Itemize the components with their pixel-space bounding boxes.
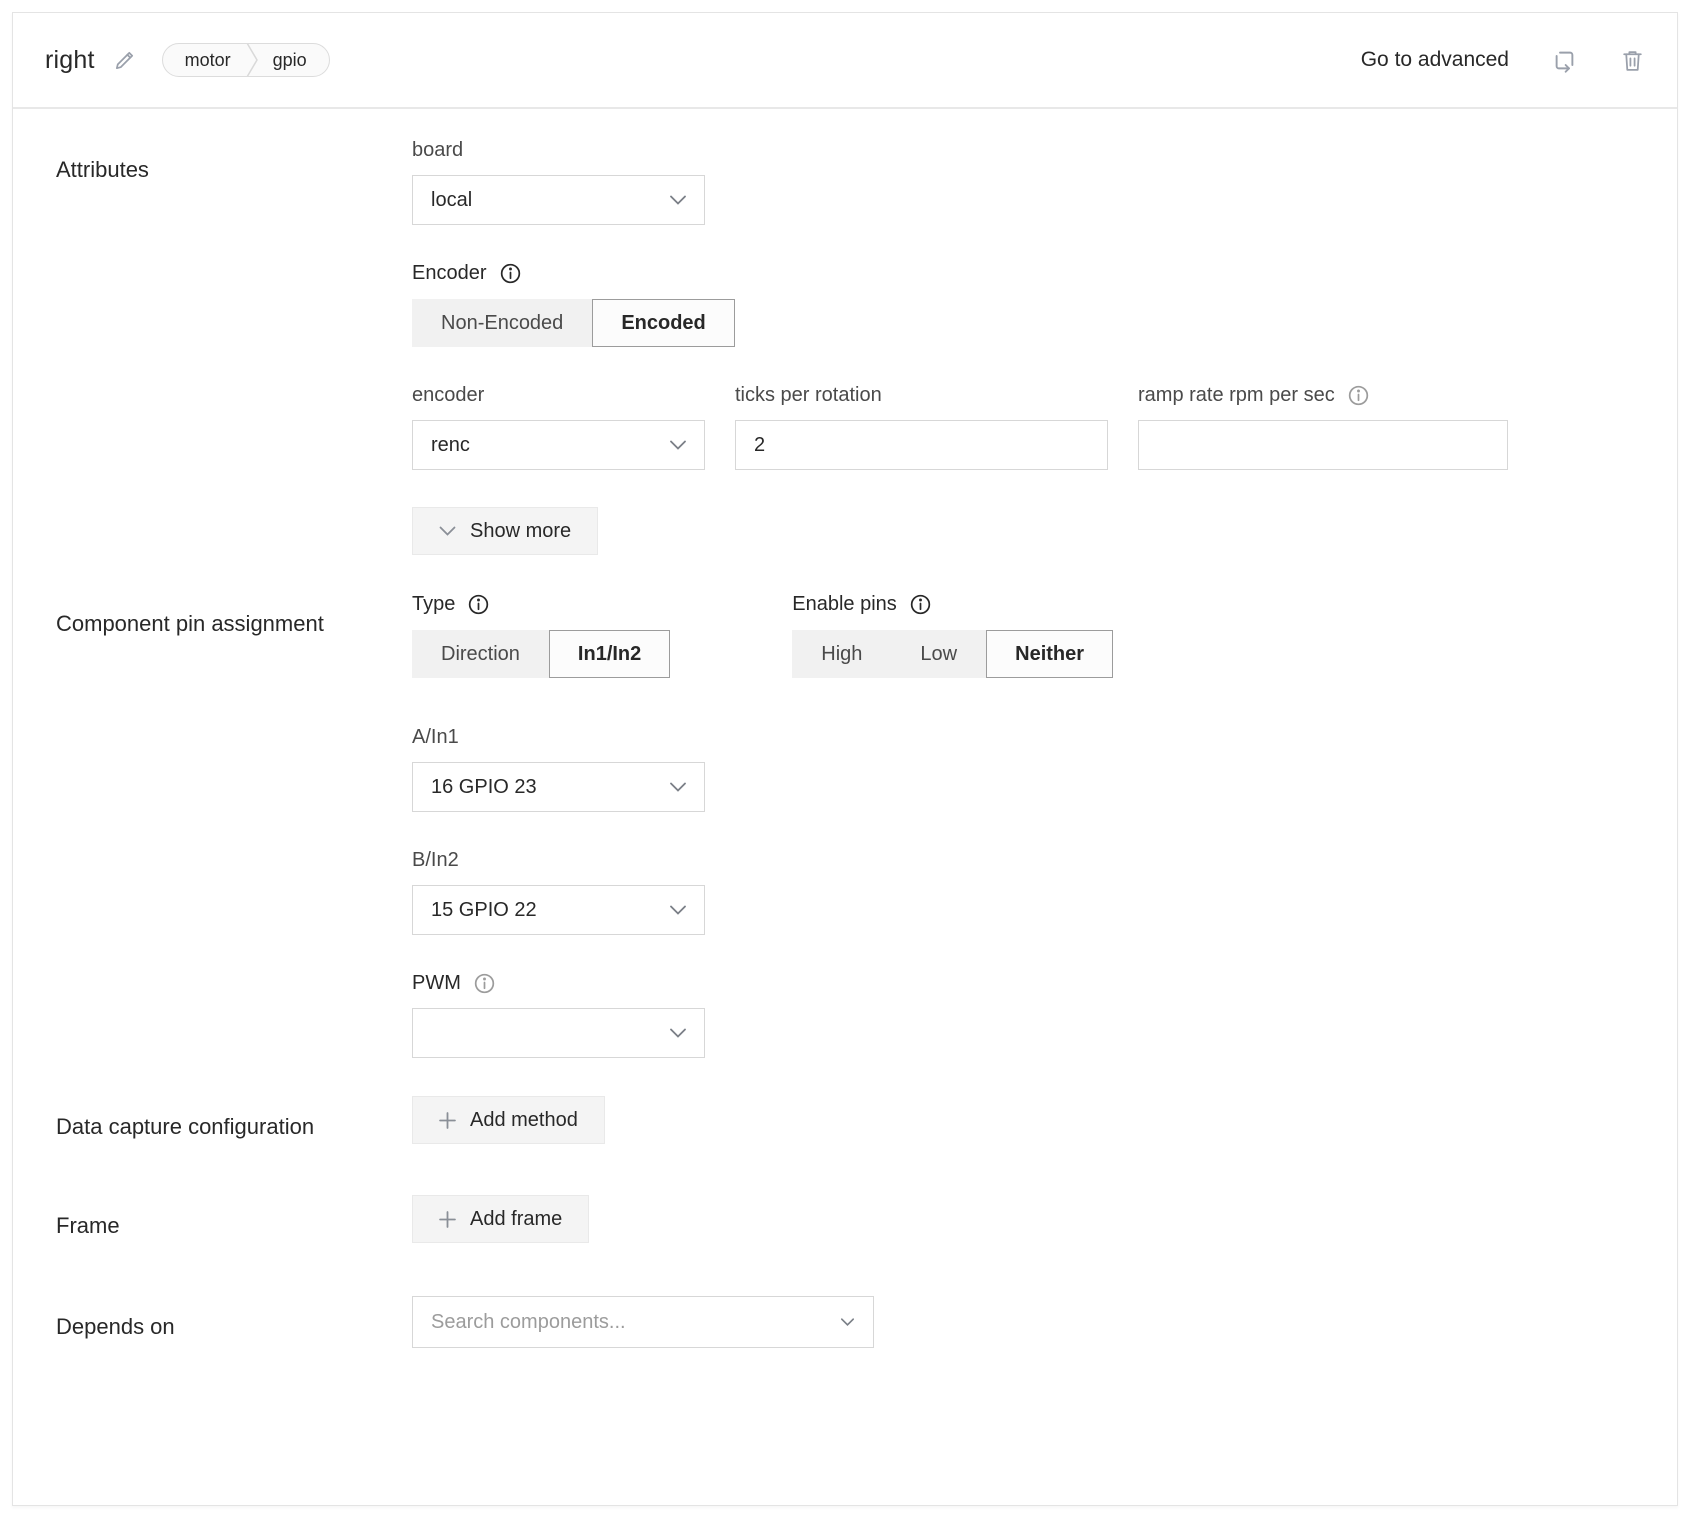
show-more-group: Show more — [412, 507, 1634, 555]
ramp-rate-label: ramp rate rpm per sec — [1138, 384, 1335, 407]
data-capture-section-label: Data capture configuration — [56, 1096, 412, 1145]
add-method-button[interactable]: Add method — [412, 1096, 605, 1144]
enable-pins-segmented-control: High Low Neither — [792, 630, 1113, 678]
type-option-in1-in2[interactable]: In1/In2 — [549, 630, 670, 678]
component-pin-section-label: Component pin assignment — [56, 593, 412, 1058]
ticks-per-rotation-label: ticks per rotation — [735, 384, 1108, 407]
a-in1-select-value: 16 GPIO 23 — [431, 776, 537, 799]
pwm-label: PWM — [412, 972, 461, 995]
board-select[interactable]: local — [412, 175, 705, 225]
encoder-toggle-field: Encoder Non-Encoded Encoded — [412, 262, 1634, 347]
encoder-option-non-encoded[interactable]: Non-Encoded — [412, 299, 592, 347]
enable-pins-option-high[interactable]: High — [792, 630, 891, 678]
b-in2-label: B/In2 — [412, 849, 1634, 872]
show-more-label: Show more — [470, 520, 571, 543]
duplicate-icon — [1551, 47, 1578, 74]
badge-model: gpio — [259, 44, 329, 76]
ticks-per-rotation-input[interactable] — [735, 420, 1108, 470]
plus-icon — [439, 1112, 456, 1129]
component-name: right — [45, 46, 95, 75]
encoder-params-row: encoder renc ticks per rotation — [412, 384, 1634, 470]
a-in1-field: A/In1 16 GPIO 23 — [412, 726, 1634, 812]
a-in1-label: A/In1 — [412, 726, 1634, 749]
chevron-down-icon — [670, 782, 686, 792]
add-method-label: Add method — [470, 1109, 578, 1132]
pencil-icon — [113, 49, 136, 72]
encoder-toggle-label: Encoder — [412, 262, 487, 285]
chevron-down-icon — [841, 1318, 854, 1327]
b-in2-select-value: 15 GPIO 22 — [431, 899, 537, 922]
badge-chevron-divider — [245, 44, 259, 76]
b-in2-field: B/In2 15 GPIO 22 — [412, 849, 1634, 935]
info-icon[interactable] — [467, 593, 490, 616]
ticks-per-rotation-field: ticks per rotation — [735, 384, 1108, 470]
card-body: Attributes board local Encoder — [13, 109, 1677, 1348]
show-more-button[interactable]: Show more — [412, 507, 598, 555]
section-depends-on: Depends on — [56, 1296, 1634, 1348]
trash-icon — [1620, 48, 1645, 73]
pwm-field: PWM — [412, 972, 1634, 1058]
section-component-pin-assignment: Component pin assignment Type — [56, 593, 1634, 1058]
info-icon[interactable] — [909, 593, 932, 616]
type-option-direction[interactable]: Direction — [412, 630, 549, 678]
section-attributes: Attributes board local Encoder — [56, 139, 1634, 555]
depends-on-search — [412, 1296, 874, 1348]
info-icon[interactable] — [473, 972, 496, 995]
add-frame-button[interactable]: Add frame — [412, 1195, 589, 1243]
card-header: right motor gpio Go to advanced — [13, 13, 1677, 109]
delete-button[interactable] — [1620, 48, 1645, 73]
add-frame-label: Add frame — [470, 1208, 562, 1231]
chevron-down-icon — [670, 905, 686, 915]
encoder-select[interactable]: renc — [412, 420, 705, 470]
edit-name-button[interactable] — [113, 49, 136, 72]
attributes-section-label: Attributes — [56, 139, 412, 555]
board-select-value: local — [431, 189, 472, 212]
chevron-down-icon — [670, 440, 686, 450]
section-frame: Frame Add frame — [56, 1195, 1634, 1244]
chevron-down-icon — [439, 526, 456, 536]
go-to-advanced-link[interactable]: Go to advanced — [1361, 48, 1509, 72]
enable-pins-label: Enable pins — [792, 593, 897, 616]
frame-section-label: Frame — [56, 1195, 412, 1244]
duplicate-button[interactable] — [1551, 47, 1578, 74]
depends-on-section-label: Depends on — [56, 1296, 412, 1348]
type-label: Type — [412, 593, 455, 616]
encoder-select-value: renc — [431, 434, 470, 457]
encoder-segmented-control: Non-Encoded Encoded — [412, 299, 735, 347]
component-config-card: right motor gpio Go to advanced — [12, 12, 1678, 1506]
encoder-label: encoder — [412, 384, 705, 407]
board-label: board — [412, 139, 1634, 162]
component-type-badge: motor gpio — [162, 43, 330, 77]
encoder-field: encoder renc — [412, 384, 705, 470]
type-segmented-control: Direction In1/In2 — [412, 630, 670, 678]
plus-icon — [439, 1211, 456, 1228]
depends-on-search-input[interactable] — [412, 1296, 874, 1348]
badge-type: motor — [163, 44, 245, 76]
enable-pins-option-neither[interactable]: Neither — [986, 630, 1113, 678]
ramp-rate-input[interactable] — [1138, 420, 1508, 470]
ramp-rate-field: ramp rate rpm per sec — [1138, 384, 1508, 470]
enable-pins-option-low[interactable]: Low — [891, 630, 986, 678]
a-in1-select[interactable]: 16 GPIO 23 — [412, 762, 705, 812]
pwm-select[interactable] — [412, 1008, 705, 1058]
b-in2-select[interactable]: 15 GPIO 22 — [412, 885, 705, 935]
section-data-capture: Data capture configuration Add method — [56, 1096, 1634, 1145]
chevron-down-icon — [670, 1028, 686, 1038]
encoder-option-encoded[interactable]: Encoded — [592, 299, 734, 347]
pin-type-row: Type Direction In1/In2 — [412, 593, 1634, 678]
chevron-down-icon — [670, 195, 686, 205]
board-field: board local — [412, 139, 1634, 225]
info-icon[interactable] — [1347, 384, 1370, 407]
type-field: Type Direction In1/In2 — [412, 593, 670, 678]
enable-pins-field: Enable pins High Low Neither — [792, 593, 1113, 678]
info-icon[interactable] — [499, 262, 522, 285]
